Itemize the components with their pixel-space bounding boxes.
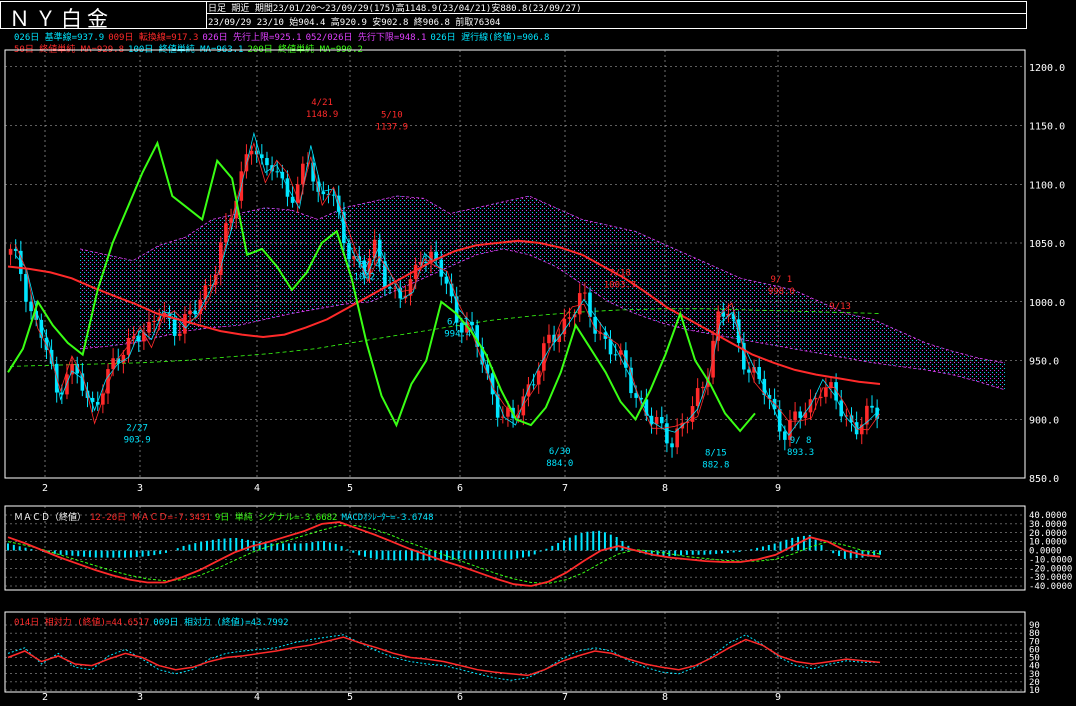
rsi-x-tick: 4 xyxy=(254,692,260,703)
annotation-date: 5/ 4 xyxy=(359,261,381,271)
candle-body xyxy=(531,384,536,386)
price-y-tick: 850.0 xyxy=(1029,474,1059,485)
price-y-tick: 900.0 xyxy=(1029,415,1059,426)
candle-body xyxy=(265,158,269,166)
candle-body xyxy=(29,301,33,312)
candle-body xyxy=(372,239,377,259)
candle-body xyxy=(172,319,177,336)
price-y-tick: 1050.0 xyxy=(1029,239,1065,250)
annotation-value: 893.3 xyxy=(787,448,814,458)
annotation-date: 9/ 8 xyxy=(790,436,812,446)
candle-body xyxy=(147,321,151,333)
candle-body xyxy=(793,411,797,421)
price-x-tick: 3 xyxy=(137,483,143,494)
annotation-date: 4/21 xyxy=(311,98,333,108)
candle-body xyxy=(8,248,13,255)
candle-body xyxy=(583,292,587,294)
candle-body xyxy=(588,292,592,317)
price-x-tick: 8 xyxy=(662,483,668,494)
candle-body xyxy=(275,171,279,173)
annotation-value: 882.8 xyxy=(702,460,729,470)
price-x-tick: 4 xyxy=(254,483,260,494)
annotation-date: 7/18 xyxy=(609,268,631,278)
price-y-tick: 950.0 xyxy=(1029,357,1059,368)
rsi14-line xyxy=(7,636,881,677)
candle-body xyxy=(188,310,192,315)
candle-body xyxy=(193,310,197,315)
annotation-value: 1148.9 xyxy=(306,110,339,120)
candle-body xyxy=(24,274,28,302)
macd-line xyxy=(7,521,881,587)
candle-body xyxy=(803,412,808,418)
candle-body xyxy=(659,416,664,424)
candle-body xyxy=(65,374,69,395)
candle-body xyxy=(783,431,787,440)
annotation-value: 903.9 xyxy=(124,436,151,446)
rsi-x-tick: 7 xyxy=(562,692,568,703)
price-y-tick: 1100.0 xyxy=(1029,180,1065,191)
annotation-value: 998.0 xyxy=(768,287,795,297)
rsi-x-tick: 3 xyxy=(137,692,143,703)
candle-body xyxy=(424,262,428,264)
price-x-tick: 5 xyxy=(347,483,353,494)
candle-body xyxy=(701,386,705,389)
candle-body xyxy=(567,317,572,319)
annotation-value: 884.0 xyxy=(546,459,573,469)
candle-body xyxy=(670,443,674,448)
rsi-x-tick: 9 xyxy=(775,692,781,703)
candle-body xyxy=(798,411,803,418)
price-y-tick: 1150.0 xyxy=(1029,122,1065,133)
candle-body xyxy=(721,311,726,317)
annotation-date: 2/27 xyxy=(126,424,148,434)
annotation-value: 994.4 xyxy=(444,329,471,339)
rsi-x-tick: 8 xyxy=(662,692,668,703)
rsi-x-tick: 5 xyxy=(347,692,353,703)
macd-y-tick: -40.0000 xyxy=(1029,582,1072,592)
annotation-date: 8/15 xyxy=(705,448,727,458)
annotation-date: 9/13 xyxy=(829,302,851,312)
rsi-x-tick: 2 xyxy=(42,692,48,703)
candle-body xyxy=(388,287,392,289)
annotation-date: 9/ 1 xyxy=(771,275,793,285)
price-x-tick: 2 xyxy=(42,483,48,494)
candle-body xyxy=(613,354,618,356)
price-x-tick: 7 xyxy=(562,483,568,494)
candle-body xyxy=(777,409,782,432)
macd-panel-frame xyxy=(4,505,1026,591)
annotation-date: 5/10 xyxy=(381,111,403,121)
candle-body xyxy=(824,387,828,397)
candle-body xyxy=(208,285,213,287)
price-x-tick: 9 xyxy=(775,483,781,494)
candle-body xyxy=(654,416,659,425)
price-y-tick: 1200.0 xyxy=(1029,63,1065,74)
price-y-tick: 1000.0 xyxy=(1029,298,1065,309)
signal-line xyxy=(7,525,881,584)
annotation-value: 1137.9 xyxy=(376,123,409,133)
candle-body xyxy=(870,405,874,408)
chart-canvas: 1200.0 1150.0 1100.0 1050.0 1000.0 950.0 900.0… xyxy=(4,49,1072,703)
annotation-value: 1042.7 xyxy=(354,273,387,283)
candle-body xyxy=(183,314,187,334)
rsi9-line xyxy=(7,634,880,681)
rsi-x-tick: 6 xyxy=(457,692,463,703)
annotation-value: 1003.7 xyxy=(604,280,637,290)
candle-body xyxy=(295,184,300,203)
annotation-date: 6/30 xyxy=(549,447,571,457)
rsi-y-tick: 10 xyxy=(1029,686,1040,696)
candle-body xyxy=(321,191,326,195)
candle-body xyxy=(695,388,700,407)
candle-body xyxy=(290,196,295,203)
price-x-tick: 6 xyxy=(457,483,463,494)
candle-body xyxy=(152,321,156,323)
candle-body xyxy=(177,333,182,336)
annotation-date: 6/ 1 xyxy=(447,317,469,327)
candle-body xyxy=(665,423,669,444)
candle-body xyxy=(547,334,551,344)
